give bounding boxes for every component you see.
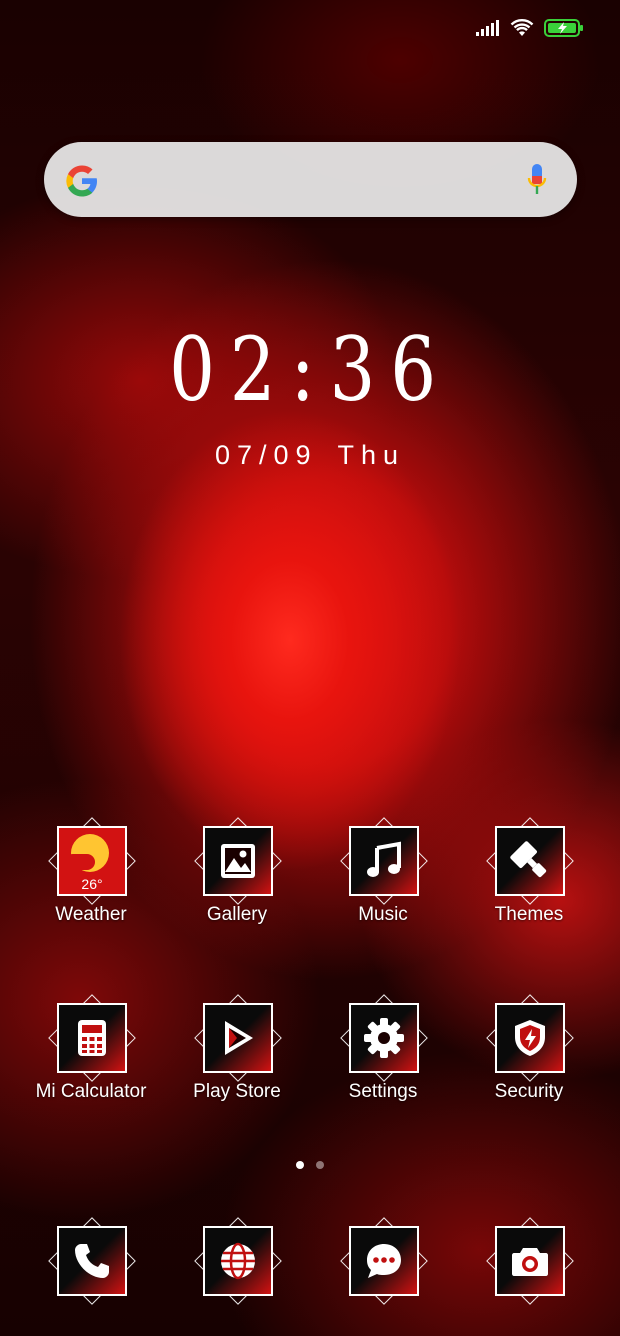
dock-browser[interactable] (164, 1214, 310, 1306)
phone-icon (75, 1244, 109, 1278)
app-label: Mi Calculator (35, 1081, 147, 1102)
dock-camera[interactable] (456, 1214, 602, 1306)
clock-day: Thu (337, 440, 406, 470)
dock-messages[interactable] (310, 1214, 456, 1306)
clock-date: 07/09 (214, 440, 318, 470)
app-label: Security (494, 1081, 564, 1102)
app-label: Settings (348, 1081, 418, 1102)
security-icon (515, 1020, 545, 1056)
calculator-icon (78, 1020, 106, 1056)
app-mi-calculator[interactable]: Mi Calculator (18, 991, 164, 1103)
play-store-icon (225, 1021, 253, 1055)
page-dot-active (296, 1161, 304, 1169)
page-dot (316, 1161, 324, 1169)
settings-icon (364, 1018, 404, 1058)
app-play-store[interactable]: Play Store (164, 991, 310, 1103)
app-label: Play Store (193, 1081, 281, 1102)
app-label: Gallery (206, 904, 268, 925)
app-settings[interactable]: Settings (310, 991, 456, 1103)
search-bar[interactable] (44, 142, 577, 217)
app-themes[interactable]: Themes (456, 814, 602, 926)
app-label: Weather (55, 904, 127, 925)
messages-icon (367, 1244, 401, 1278)
weather-temp: 26° (81, 876, 103, 892)
clock-date-row: 07/09 Thu (0, 440, 620, 471)
music-icon (367, 841, 401, 877)
app-security[interactable]: Security (456, 991, 602, 1103)
app-weather[interactable]: 26° Weather (18, 814, 164, 926)
status-bar (0, 0, 620, 56)
camera-icon (512, 1248, 548, 1276)
weather-icon: 26° (57, 826, 127, 896)
app-gallery[interactable]: Gallery (164, 814, 310, 926)
themes-icon (510, 841, 547, 878)
app-music[interactable]: Music (310, 814, 456, 926)
app-label: Music (358, 904, 408, 925)
app-label: Themes (494, 904, 564, 925)
signal-icon (476, 20, 499, 36)
dock-phone[interactable] (18, 1214, 164, 1306)
wifi-icon (510, 19, 534, 36)
microphone-icon[interactable] (527, 162, 547, 198)
clock-time[interactable]: 02:36 (56, 318, 564, 421)
gallery-icon (221, 844, 255, 878)
battery-charging-icon (544, 19, 583, 37)
page-indicator[interactable] (0, 1161, 620, 1169)
google-logo-icon (66, 165, 97, 197)
browser-icon (221, 1242, 255, 1280)
